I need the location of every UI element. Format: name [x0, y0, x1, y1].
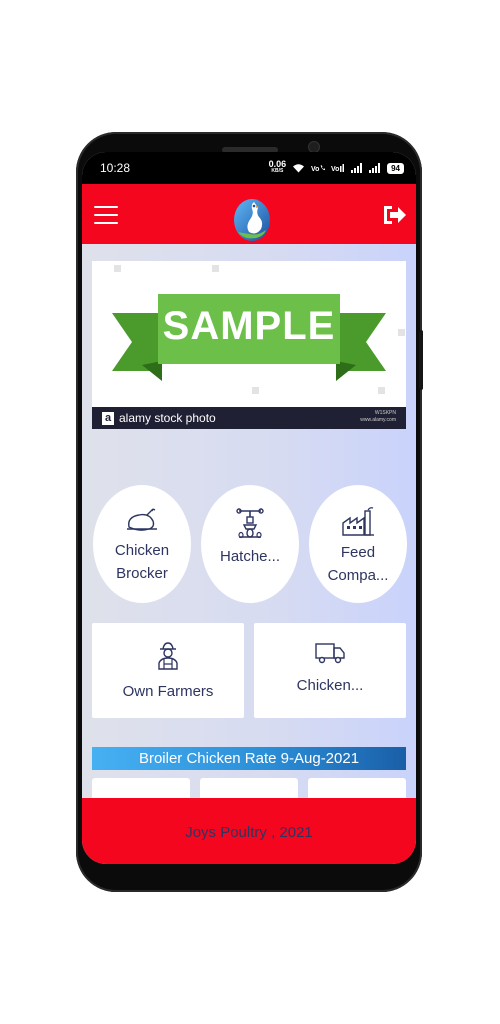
- watermark-text: alamy stock photo: [119, 411, 216, 425]
- category-label-line2: Compa...: [327, 567, 389, 584]
- hamburger-menu-icon[interactable]: [94, 206, 118, 224]
- delivery-truck-icon: [315, 643, 345, 664]
- app-header: [82, 184, 416, 244]
- watermark-url: www.alamy.com: [360, 417, 396, 423]
- signal-icon-2: [369, 163, 381, 173]
- status-bar: 10:28 0.06 KB/S Vo Vo 94: [82, 152, 416, 184]
- rate-title-bar: Broiler Chicken Rate 9-Aug-2021: [92, 747, 406, 770]
- hatchery-icon: [236, 508, 264, 539]
- category-label-line2: Hatche...: [219, 548, 281, 565]
- wifi-icon: [293, 164, 305, 173]
- card-own-farmers[interactable]: Own Farmers: [92, 623, 244, 718]
- watermark-bar: a alamy stock photo W1SKPN www.alamy.com: [92, 407, 406, 429]
- network-speed: 0.06 KB/S: [268, 159, 287, 175]
- farmer-icon: [158, 642, 178, 670]
- front-camera: [309, 142, 319, 152]
- category-hatchery[interactable]: Hatche...: [201, 485, 299, 603]
- category-chicken-brocker[interactable]: Chicken Brocker: [93, 485, 191, 603]
- roast-chicken-icon: [127, 508, 157, 531]
- svg-text:Vo: Vo: [311, 166, 319, 173]
- card-chicken-transport[interactable]: Chicken...: [254, 623, 406, 718]
- volte-lte-icon: Vo: [331, 164, 345, 173]
- promo-banner[interactable]: SAMPLE a alamy stock photo W1SKPN www.al…: [92, 261, 406, 429]
- category-label-line1: Feed: [340, 544, 376, 561]
- card-label: Own Farmers: [122, 683, 214, 700]
- volte-call-icon: Vo: [311, 165, 326, 173]
- power-button: [419, 330, 423, 390]
- network-speed-unit: KB/S: [271, 168, 284, 174]
- app-footer: Joys Poultry , 2021: [82, 798, 416, 864]
- category-feed-company[interactable]: Feed Compa...: [309, 485, 407, 603]
- watermark-id: W1SKPN: [374, 410, 396, 416]
- status-time: 10:28: [100, 161, 131, 175]
- logout-icon[interactable]: [382, 204, 406, 226]
- category-label-line1: Chicken: [114, 542, 170, 559]
- signal-icon-1: [351, 163, 363, 173]
- category-label-line2: Brocker: [116, 565, 168, 582]
- alamy-logo: a: [102, 411, 114, 425]
- status-icons: 0.06 KB/S Vo Vo 94: [268, 159, 404, 175]
- svg-text:Vo: Vo: [331, 166, 339, 173]
- ribbon-text: SAMPLE: [162, 304, 336, 348]
- phone-screen: 10:28 0.06 KB/S Vo Vo 94 SAMPLE a alamy …: [82, 152, 416, 864]
- watermark-details: W1SKPN www.alamy.com: [360, 410, 396, 424]
- card-label: Chicken...: [296, 677, 364, 694]
- network-speed-value: 0.06: [268, 159, 287, 169]
- battery-indicator: 94: [387, 162, 404, 174]
- factory-icon: [342, 507, 374, 536]
- app-logo: [234, 199, 270, 241]
